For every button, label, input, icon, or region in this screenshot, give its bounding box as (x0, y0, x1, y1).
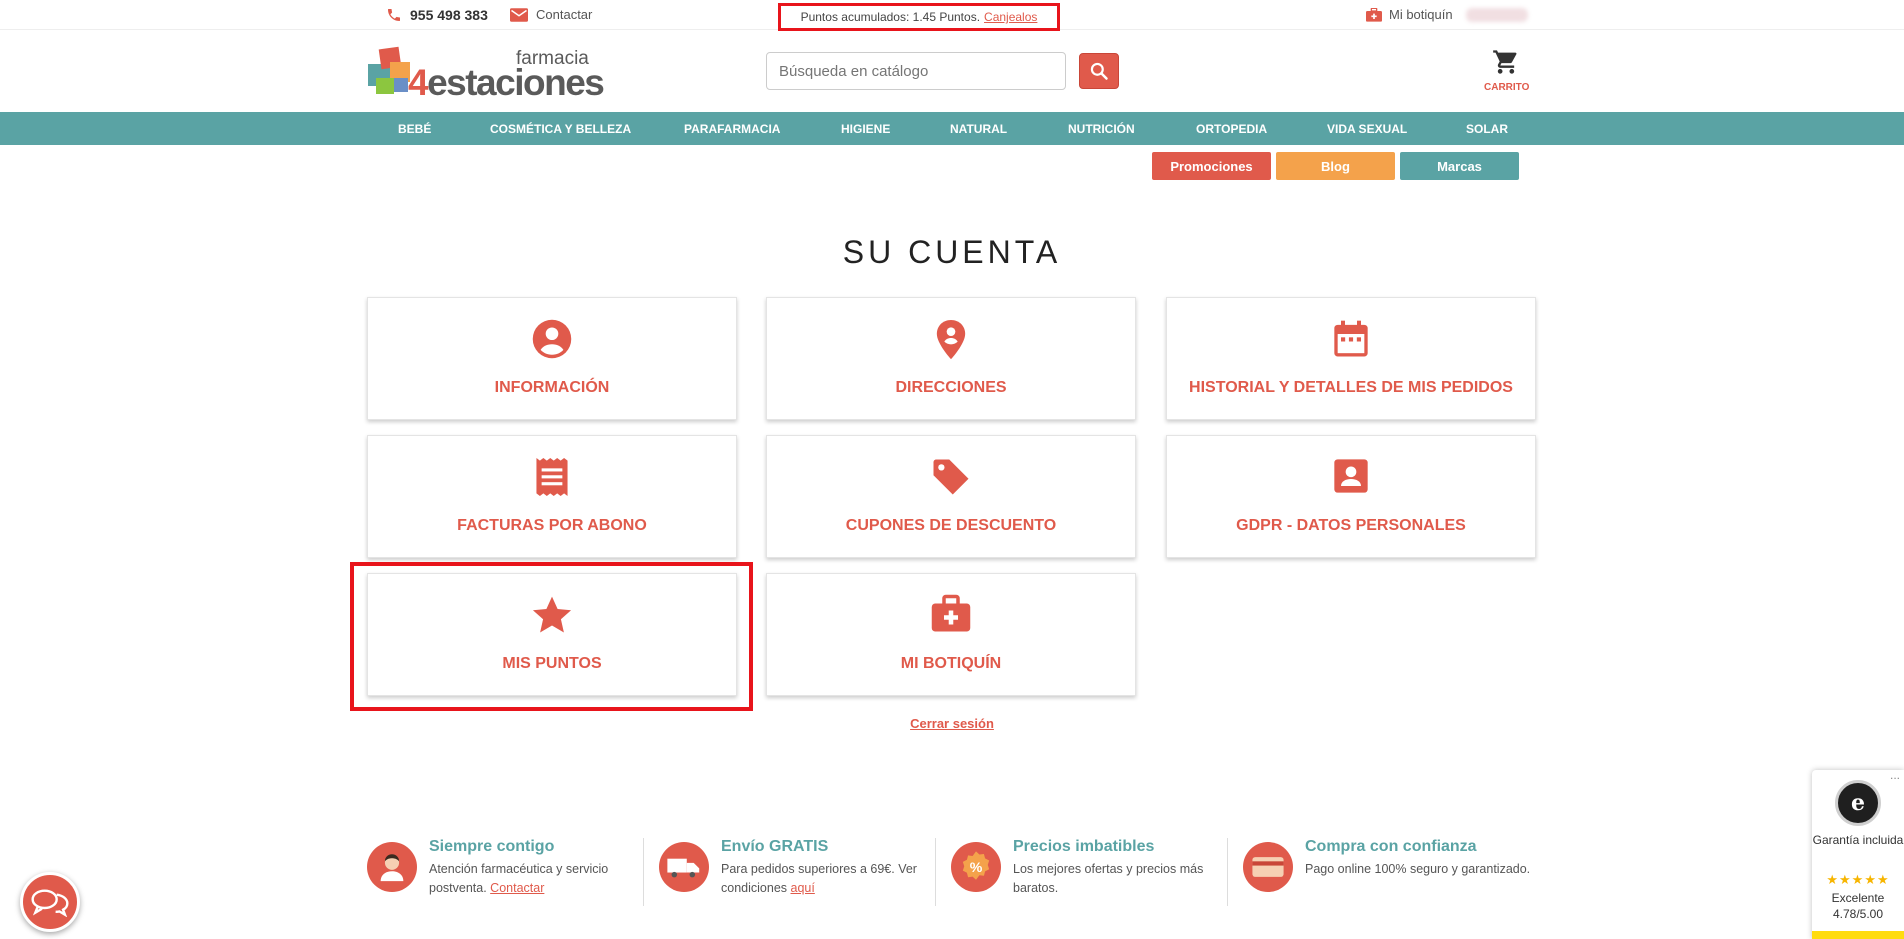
page: 955 498 383 Contactar Puntos acumulados:… (0, 0, 1904, 939)
account-card-label: MI BOTIQUÍN (900, 655, 1002, 672)
divider (1227, 838, 1228, 906)
account-card-addresses[interactable]: DIRECCIONES (766, 297, 1136, 420)
location-pin-icon (936, 320, 966, 360)
account-card-label: HISTORIAL Y DETALLES DE MIS PEDIDOS (1189, 379, 1513, 396)
feature-description: Para pedidos superiores a 69€. Ver condi… (721, 860, 951, 898)
blog-button[interactable]: Blog (1276, 152, 1395, 180)
account-card-order-history[interactable]: HISTORIAL Y DETALLES DE MIS PEDIDOS (1166, 297, 1536, 420)
cart-label: CARRITO (1484, 82, 1530, 93)
phone-number: 955 498 383 (410, 7, 488, 23)
page-title: SU CUENTA (842, 234, 1062, 270)
chat-button[interactable] (20, 872, 80, 932)
svg-text:%: % (970, 860, 983, 876)
account-card-label: FACTURAS POR ABONO (457, 517, 647, 534)
site-logo[interactable]: farmacia 4estaciones (366, 44, 605, 103)
nav-item-ortopedia[interactable]: ORTOPEDIA (1196, 122, 1267, 136)
trusted-seal-letter: e (1851, 790, 1865, 816)
nav-item-vida-sexual[interactable]: VIDA SEXUAL (1327, 122, 1407, 136)
redeem-points-link[interactable]: Canjealos (984, 10, 1037, 24)
nav-item-cosmetica[interactable]: COSMÉTICA Y BELLEZA (490, 122, 631, 136)
account-card-my-botiquin[interactable]: MI BOTIQUÍN (766, 573, 1136, 696)
phone-icon (388, 9, 400, 21)
feature-free-shipping: Envío GRATIS Para pedidos superiores a 6… (659, 838, 949, 912)
medkit-icon (1366, 7, 1382, 22)
points-text: Puntos acumulados: 1.45 Puntos. (800, 10, 981, 24)
divider (643, 838, 644, 906)
feature-text: Para pedidos superiores a 69€. Ver condi… (721, 862, 917, 895)
feature-title: Envío GRATIS (721, 838, 829, 855)
rating-label: Excelente (1831, 891, 1885, 905)
feature-description: Atención farmacéutica y servicio postven… (429, 860, 659, 898)
user-name-blurred (1465, 7, 1528, 22)
feature-description: Los mejores ofertas y precios más barato… (1013, 862, 1204, 895)
points-banner: Puntos acumulados: 1.45 Puntos. Canjealo… (778, 3, 1060, 31)
calendar-icon (1334, 320, 1368, 357)
account-card-coupons[interactable]: CUPONES DE DESCUENTO (766, 435, 1136, 558)
trusted-menu-icon[interactable]: ... (1890, 768, 1900, 782)
logout-link[interactable]: Cerrar sesión (0, 716, 1904, 731)
mail-icon (510, 7, 528, 22)
search-input[interactable] (766, 52, 1066, 90)
nav-item-bebe[interactable]: BEBÉ (398, 122, 431, 136)
logo-number: 4 (408, 62, 429, 103)
account-card-gdpr[interactable]: GDPR - DATOS PERSONALES (1166, 435, 1536, 558)
trusted-shops-badge[interactable]: ... e Garantía incluida ★★★★★ Excelente 4… (1812, 768, 1904, 939)
feature-contact-link[interactable]: Contactar (490, 881, 544, 895)
tag-icon (933, 459, 969, 495)
divider (935, 838, 936, 906)
feature-title: Precios imbatibles (1013, 838, 1155, 855)
rating-text: Excelente 4.78/5.00 (1812, 890, 1904, 922)
account-card-credit-slips[interactable]: FACTURAS POR ABONO (367, 435, 737, 558)
brands-button[interactable]: Marcas (1400, 152, 1519, 180)
nav-item-parafarmacia[interactable]: PARAFARMACIA (684, 122, 780, 136)
trusted-shops-seal-icon: e (1835, 780, 1881, 826)
cart-icon (1493, 50, 1517, 74)
feature-title: Compra con confianza (1305, 838, 1477, 855)
feature-secure-purchase: Compra con confianza Pago online 100% se… (1243, 838, 1533, 912)
trusted-strip (1812, 931, 1904, 939)
rating-value: 4.78/5.00 (1832, 907, 1884, 921)
phone-link[interactable]: 955 498 383 (386, 7, 488, 23)
feature-title: Siempre contigo (429, 838, 555, 855)
search-icon (1090, 62, 1108, 80)
feature-description: Pago online 100% seguro y garantizado. (1305, 862, 1531, 876)
feature-conditions-link[interactable]: aquí (791, 881, 815, 895)
promotions-button[interactable]: Promociones (1152, 152, 1271, 180)
nav-item-higiene[interactable]: HIGIENE (841, 122, 890, 136)
chat-bubbles-icon (31, 889, 69, 917)
botiquin-label: Mi botiquín (1389, 7, 1453, 22)
search-button[interactable] (1079, 53, 1119, 89)
contact-id-icon (1334, 459, 1368, 493)
cart-button[interactable]: CARRITO (1484, 48, 1530, 93)
contact-link[interactable]: Contactar (510, 7, 592, 22)
account-card-label: INFORMACIÓN (494, 379, 610, 396)
account-card-label: DIRECCIONES (895, 379, 1007, 396)
botiquin-link[interactable]: Mi botiquín (1366, 7, 1528, 22)
medkit-icon (931, 594, 971, 632)
guarantee-text: Garantía incluida (1812, 833, 1904, 847)
delivery-truck-icon (659, 842, 709, 892)
contact-label: Contactar (536, 7, 593, 22)
logo-wordmark: 4estaciones (408, 62, 605, 104)
pharmacist-icon (367, 842, 417, 892)
nav-item-solar[interactable]: SOLAR (1466, 122, 1508, 136)
feature-always-with-you: Siempre contigo Atención farmacéutica y … (367, 838, 657, 912)
account-card-information[interactable]: INFORMACIÓN (367, 297, 737, 420)
credit-card-icon (1243, 842, 1293, 892)
feature-best-prices: % Precios imbatibles Los mejores ofertas… (951, 838, 1241, 912)
rating-stars: ★★★★★ (1812, 872, 1904, 888)
account-card-label: GDPR - DATOS PERSONALES (1236, 517, 1466, 534)
receipt-icon (536, 458, 568, 496)
account-card-label: CUPONES DE DESCUENTO (845, 517, 1057, 534)
logo-word: estaciones (427, 62, 605, 103)
highlight-box (350, 562, 753, 711)
account-circle-icon (532, 319, 572, 359)
nav-item-natural[interactable]: NATURAL (950, 122, 1007, 136)
top-bar: 955 498 383 Contactar Puntos acumulados:… (0, 0, 1904, 31)
main-nav: BEBÉ COSMÉTICA Y BELLEZA PARAFARMACIA HI… (0, 112, 1904, 145)
discount-badge-icon: % (951, 842, 1001, 892)
nav-item-nutricion[interactable]: NUTRICIÓN (1068, 122, 1135, 136)
